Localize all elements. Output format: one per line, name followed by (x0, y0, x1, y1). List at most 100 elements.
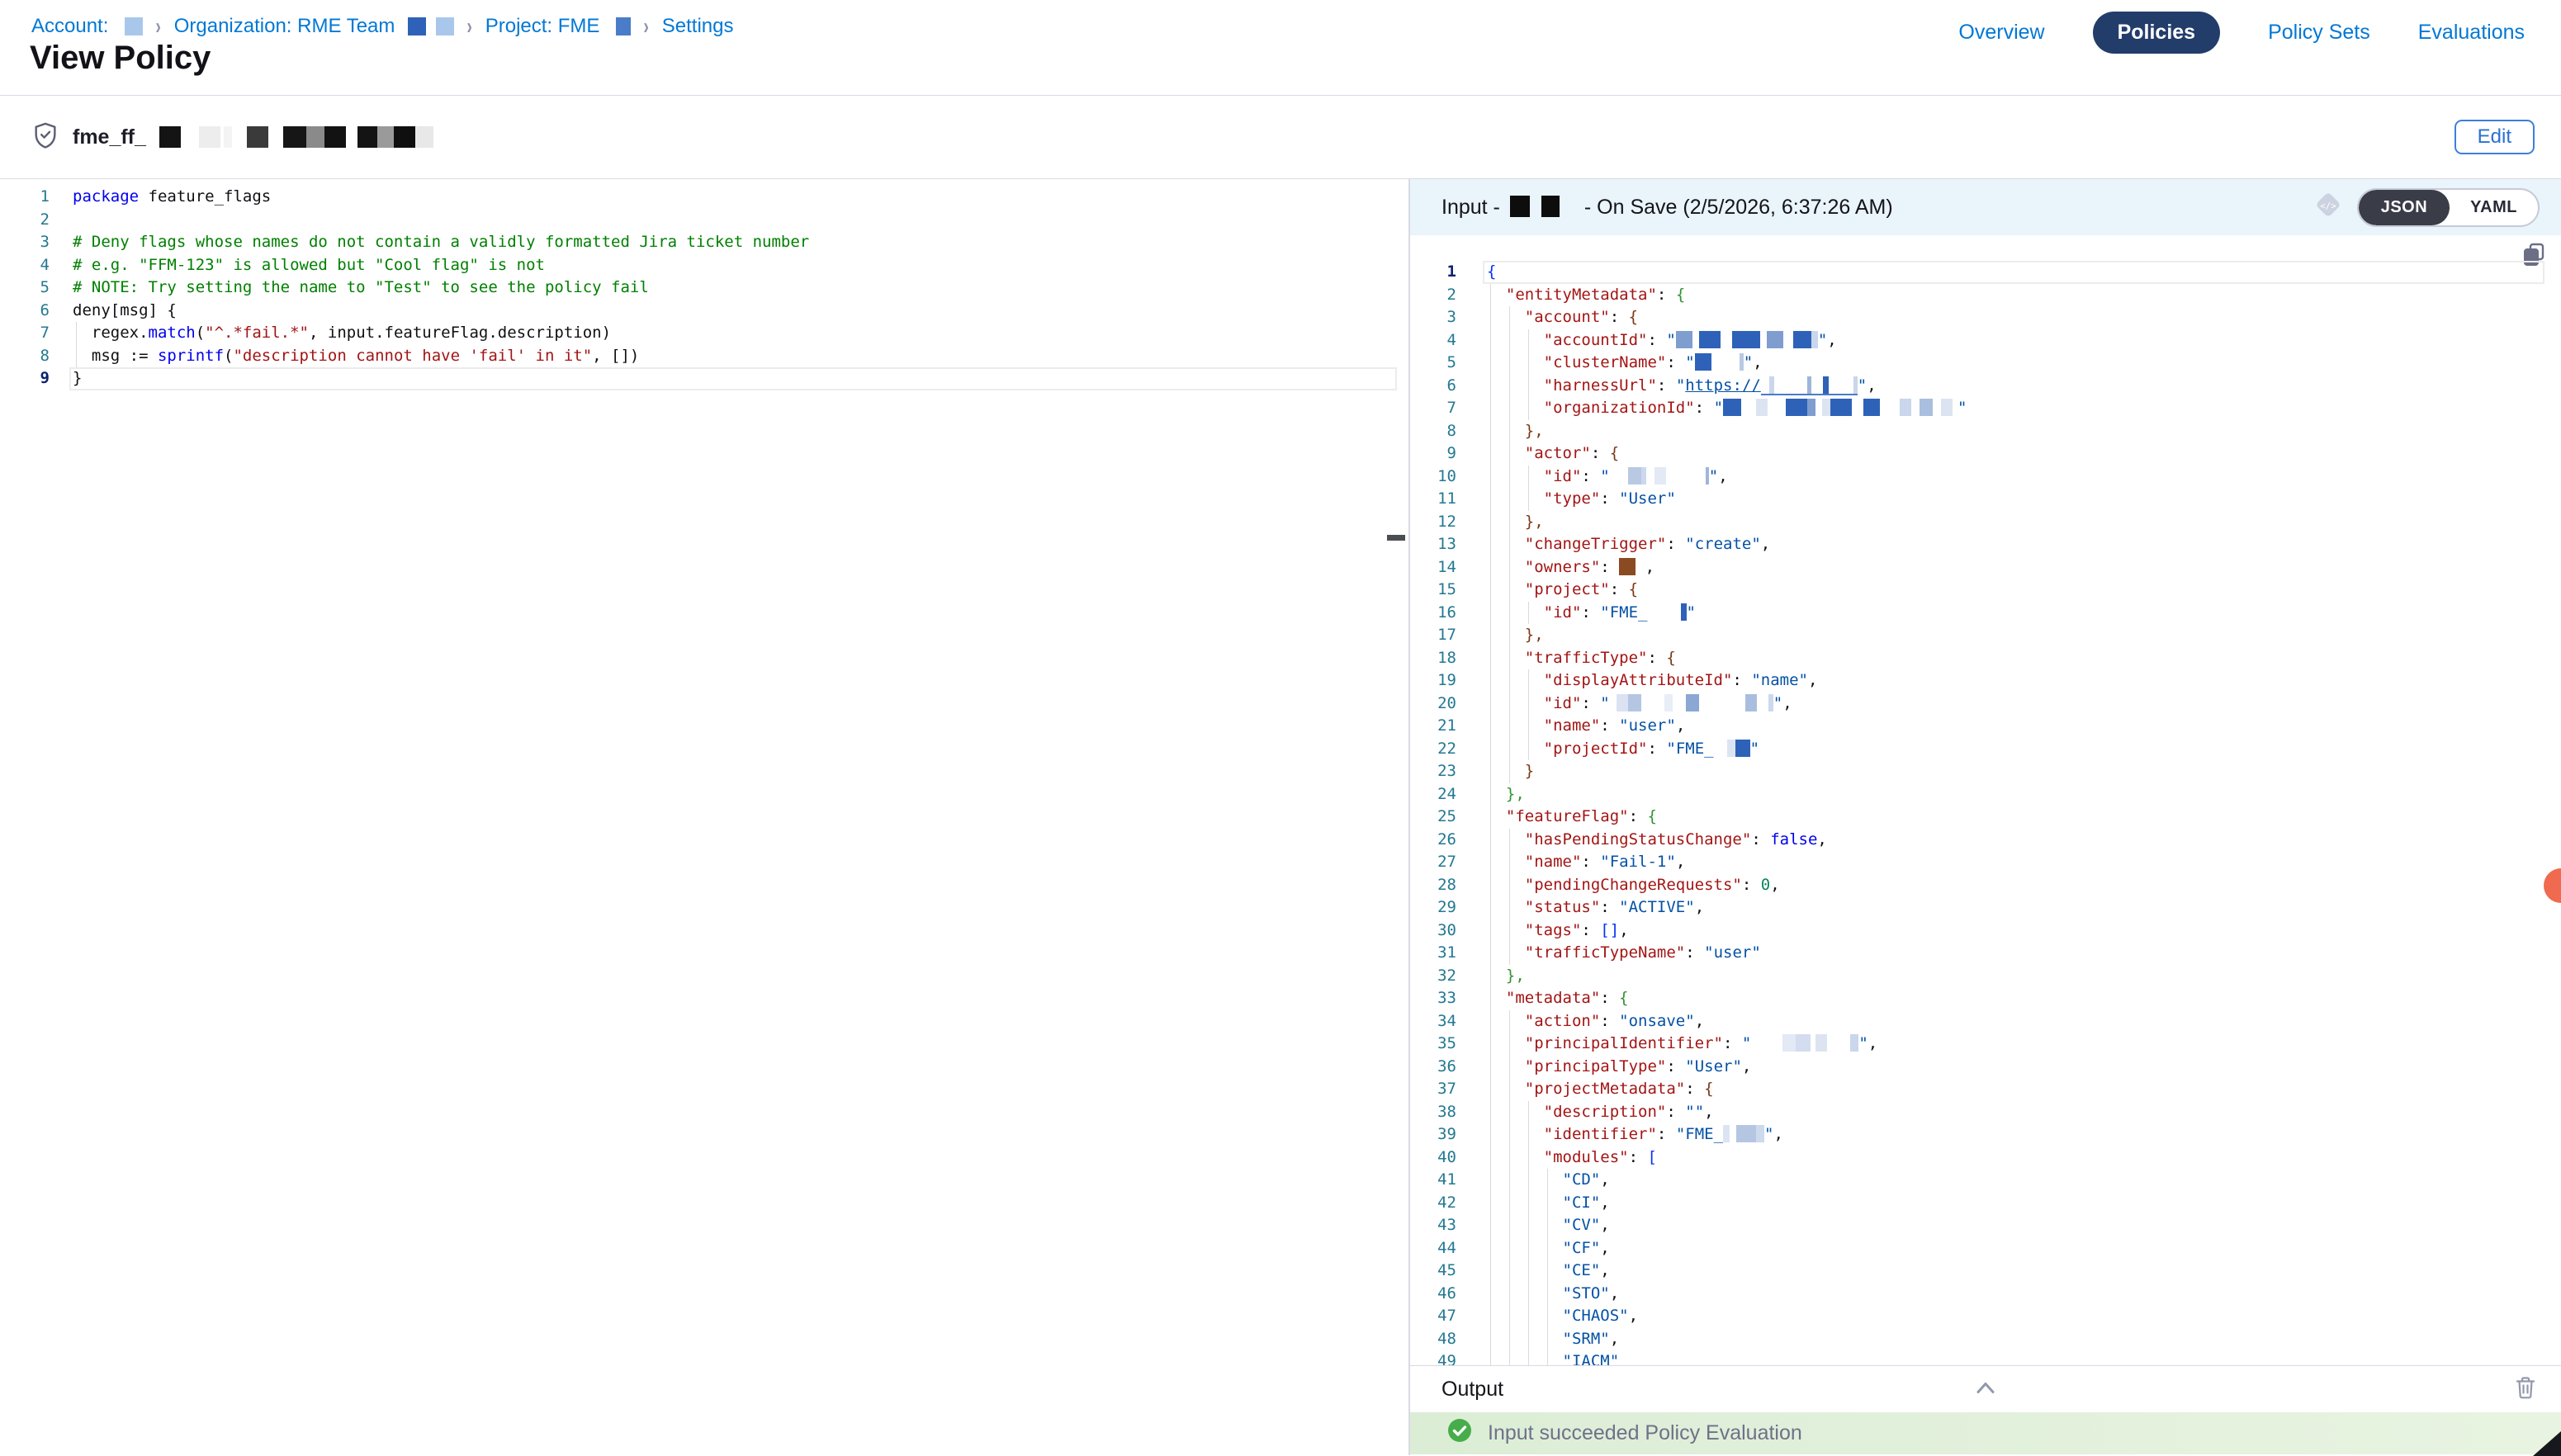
json-line: 12 }, (1410, 511, 2561, 534)
json-line: 25 "featureFlag": { (1410, 806, 2561, 829)
json-line: 18 "trafficType": { (1410, 647, 2561, 670)
top-nav: Overview Policies Policy Sets Evaluation… (1958, 12, 2525, 54)
line-number: 27 (1410, 851, 1456, 874)
json-line: 14 "owners": , (1410, 556, 2561, 579)
rego-line: 5# NOTE: Try setting the name to "Test" … (0, 277, 1408, 300)
json-line: 8 }, (1410, 420, 2561, 443)
json-line: 11 "type": "User" (1410, 488, 2561, 511)
scrollbar-cursor-marker (1387, 535, 1405, 541)
line-number: 1 (1410, 261, 1456, 284)
line-number: 32 (1410, 965, 1456, 988)
line-number: 3 (1410, 306, 1456, 329)
rego-line: 9} (0, 367, 1408, 390)
line-number: 41 (1410, 1169, 1456, 1192)
json-line: 29 "status": "ACTIVE", (1410, 896, 2561, 919)
line-number: 47 (1410, 1305, 1456, 1328)
json-line: 36 "principalType": "User", (1410, 1056, 2561, 1079)
edit-button[interactable]: Edit (2454, 120, 2535, 154)
line-number: 36 (1410, 1056, 1456, 1079)
tab-evaluations[interactable]: Evaluations (2418, 21, 2525, 45)
json-line: 4 "accountId": "", (1410, 329, 2561, 352)
policy-name: fme_ff_ (73, 125, 146, 149)
json-line: 31 "trafficTypeName": "user" (1410, 942, 2561, 965)
breadcrumb-item[interactable]: Project: FME (485, 15, 632, 38)
line-number: 10 (1410, 466, 1456, 489)
line-number: 9 (0, 367, 50, 390)
line-number: 43 (1410, 1214, 1456, 1237)
trash-icon[interactable] (2515, 1376, 2536, 1403)
breadcrumb-item[interactable]: Settings (662, 15, 734, 38)
json-line: 26 "hasPendingStatusChange": false, (1410, 829, 2561, 852)
breadcrumb-item[interactable]: Organization: RME Team (174, 15, 455, 38)
toggle-yaml[interactable]: YAML (2450, 190, 2538, 225)
tab-policies[interactable]: Policies (2093, 12, 2221, 54)
json-line: 16 "id": "FME_" (1410, 602, 2561, 625)
line-number: 4 (1410, 329, 1456, 352)
breadcrumb-separator: › (644, 13, 650, 40)
input-header: Input - - On Save (2/5/2026, 6:37:26 AM)… (1410, 179, 2561, 235)
rego-line: 4# e.g. "FFM-123" is allowed but "Cool f… (0, 254, 1408, 277)
line-number: 24 (1410, 783, 1456, 806)
line-number: 34 (1410, 1010, 1456, 1033)
line-number: 38 (1410, 1101, 1456, 1124)
redacted-value (1610, 694, 1773, 711)
json-line: 1{ (1410, 261, 2561, 284)
code-diamond-icon[interactable]: </> (2311, 187, 2346, 228)
rego-line: 3# Deny flags whose names do not contain… (0, 231, 1408, 254)
line-number: 11 (1410, 488, 1456, 511)
line-number: 6 (0, 300, 50, 323)
rego-code-editor[interactable]: 1package feature_flags23# Deny flags who… (0, 179, 1408, 1455)
json-line: 43 "CV", (1410, 1214, 2561, 1237)
json-line: 9 "actor": { (1410, 442, 2561, 466)
main-split: 1package feature_flags23# Deny flags who… (0, 179, 2561, 1455)
page-header: Account:›Organization: RME Team›Project:… (0, 0, 2561, 96)
policy-name-redaction (159, 126, 433, 149)
toggle-json[interactable]: JSON (2359, 190, 2450, 225)
line-number: 1 (0, 186, 50, 209)
line-number: 2 (1410, 284, 1456, 307)
redacted-value (1751, 1034, 1858, 1052)
breadcrumb-item[interactable]: Account: (31, 15, 143, 38)
line-number: 37 (1410, 1078, 1456, 1101)
line-number: 49 (1410, 1350, 1456, 1365)
output-bar: Output (1410, 1365, 2561, 1412)
json-line: 10 "id": "", (1410, 466, 2561, 489)
policy-shield-icon (31, 121, 59, 154)
line-number: 26 (1410, 829, 1456, 852)
line-number: 39 (1410, 1123, 1456, 1146)
tab-overview[interactable]: Overview (1958, 21, 2044, 45)
rego-line: 7 regex.match("^.*fail.*", input.feature… (0, 322, 1408, 345)
line-number: 8 (1410, 420, 1456, 443)
json-line: 37 "projectMetadata": { (1410, 1078, 2561, 1101)
collapse-output-icon[interactable] (1973, 1380, 1998, 1399)
json-line: 24 }, (1410, 783, 2561, 806)
line-number: 7 (1410, 397, 1456, 420)
success-check-icon (1446, 1417, 1473, 1449)
json-lines: 1{2 "entityMetadata": {3 "account": {4 "… (1410, 261, 2561, 1365)
evaluation-result-banner: Input succeeded Policy Evaluation (1410, 1412, 2561, 1454)
redacted-value (1723, 1125, 1764, 1142)
line-number: 3 (0, 231, 50, 254)
line-number: 29 (1410, 896, 1456, 919)
svg-text:</>: </> (2320, 201, 2336, 211)
json-line: 41 "CD", (1410, 1169, 2561, 1192)
breadcrumb: Account:›Organization: RME Team›Project:… (31, 13, 733, 40)
json-line: 35 "principalIdentifier": "", (1410, 1033, 2561, 1056)
redacted-value (1695, 353, 1744, 371)
line-number: 9 (1410, 442, 1456, 466)
line-number: 15 (1410, 579, 1456, 602)
json-line: 34 "action": "onsave", (1410, 1010, 2561, 1033)
tab-policy-sets[interactable]: Policy Sets (2268, 21, 2370, 45)
json-line: 44 "CF", (1410, 1237, 2561, 1260)
rego-lines: 1package feature_flags23# Deny flags who… (0, 186, 1408, 390)
json-line: 48 "SRM", (1410, 1328, 2561, 1351)
json-line: 39 "identifier": "FME_", (1410, 1123, 2561, 1146)
evaluation-status-text: Input succeeded Policy Evaluation (1488, 1421, 1802, 1445)
line-number: 35 (1410, 1033, 1456, 1056)
json-input-editor[interactable]: 1{2 "entityMetadata": {3 "account": {4 "… (1410, 235, 2561, 1365)
format-toggle: JSON YAML (2357, 188, 2540, 227)
input-title-suffix: - On Save (2/5/2026, 6:37:26 AM) (1584, 196, 1893, 220)
line-number: 25 (1410, 806, 1456, 829)
line-number: 22 (1410, 738, 1456, 761)
rego-line: 2 (0, 209, 1408, 232)
